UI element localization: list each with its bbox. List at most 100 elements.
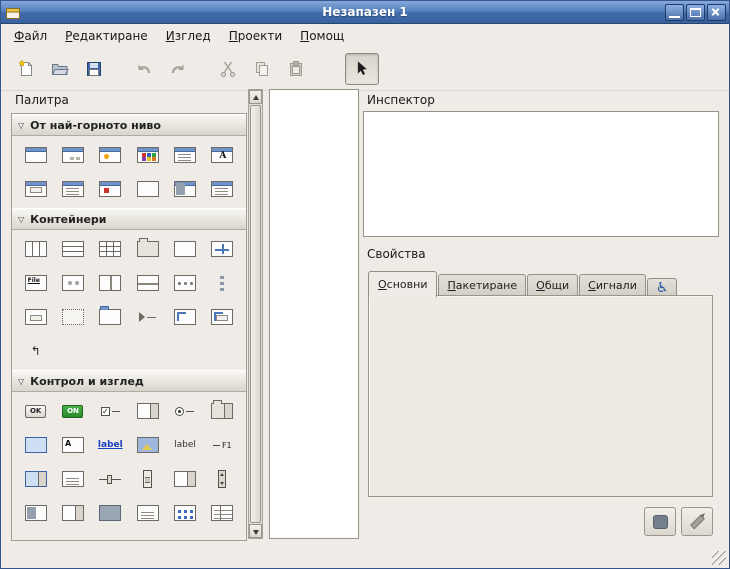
palette-item-frame[interactable] <box>131 238 165 260</box>
palette-item-notebook[interactable] <box>93 306 127 328</box>
palette-item-about-dialog[interactable] <box>93 178 127 200</box>
selector-button[interactable] <box>345 53 379 85</box>
properties-apply-button[interactable] <box>644 507 676 536</box>
palette-item-viewport[interactable] <box>19 306 53 328</box>
palette-item-alignment[interactable] <box>168 306 202 328</box>
palette-item-entry[interactable] <box>19 434 53 456</box>
palette-item-file-chooser-dialog[interactable] <box>56 178 90 200</box>
palette-item-window[interactable] <box>19 144 53 166</box>
text-view-icon: A <box>62 437 84 453</box>
palette-item-vscale[interactable] <box>131 468 165 490</box>
palette-item-font-selection-dialog[interactable]: A <box>205 144 239 166</box>
scrollbar-thumb[interactable] <box>250 105 261 523</box>
save-project-button[interactable] <box>77 53 111 85</box>
tab-general[interactable]: Основни <box>368 271 437 297</box>
maximize-button[interactable] <box>686 4 705 21</box>
palette-item-hseparator[interactable] <box>93 502 127 524</box>
selector-arrow-icon <box>352 59 372 79</box>
palette-item-fixed[interactable] <box>168 238 202 260</box>
palette-item-hscale[interactable] <box>93 468 127 490</box>
palette-item-table[interactable] <box>93 238 127 260</box>
file-chooser-dialog-icon <box>62 181 84 197</box>
palette-item-message-dialog[interactable] <box>93 144 127 166</box>
tab-packing-rest: акетиране <box>456 279 517 292</box>
palette-item-button[interactable]: OK <box>19 400 53 422</box>
scroll-down-arrow-icon[interactable] <box>249 524 262 538</box>
palette-item-layout[interactable] <box>205 238 239 260</box>
palette-section-containers-header[interactable]: ▽ Контейнери <box>12 208 246 230</box>
palette-item-label[interactable]: label <box>168 434 202 456</box>
palette-item-text-box[interactable] <box>56 468 90 490</box>
palette-item-progress-bar[interactable] <box>19 502 53 524</box>
palette-item-text-view[interactable]: A <box>56 434 90 456</box>
menu-projects[interactable]: Проекти <box>220 26 291 46</box>
palette-item-file-selection-dialog[interactable] <box>168 144 202 166</box>
tab-signals[interactable]: Сигнали <box>579 274 646 296</box>
palette-item-icon-view[interactable] <box>168 502 202 524</box>
palette-item-link-button[interactable]: label <box>93 434 127 456</box>
palette-item-check-button[interactable]: ✓ <box>93 400 127 422</box>
palette-item-accel-label[interactable]: F1 <box>205 434 239 456</box>
palette-item-hpaned[interactable] <box>93 272 127 294</box>
tab-packing[interactable]: Пакетиране <box>438 274 526 296</box>
palette-item-toolbar[interactable] <box>56 272 90 294</box>
menu-view[interactable]: Изглед <box>157 26 220 46</box>
menu-file[interactable]: Файл <box>5 26 56 46</box>
menu-view-accel: И <box>166 29 175 43</box>
palette-item-vpaned[interactable] <box>131 272 165 294</box>
undo-button <box>127 53 161 85</box>
font-selection-dialog-icon-text: A <box>219 152 226 161</box>
resize-grip[interactable] <box>712 551 726 565</box>
palette-item-hbuttonbox[interactable] <box>168 272 202 294</box>
palette-item-statusbar[interactable] <box>56 502 90 524</box>
tab-accessibility[interactable]: ♿ <box>647 278 678 296</box>
palette-item-spin-button[interactable] <box>168 468 202 490</box>
palette-item-menubar[interactable]: File <box>19 272 53 294</box>
hscale-icon <box>99 474 121 485</box>
palette-item-hbox[interactable] <box>19 238 53 260</box>
palette-item-text-window[interactable] <box>205 178 239 200</box>
palette-item-scrolled-window[interactable] <box>56 306 90 328</box>
palette-item-radio-button[interactable] <box>168 400 202 422</box>
tab-common[interactable]: Общи <box>527 274 578 296</box>
save-floppy-icon <box>84 59 104 79</box>
new-project-button[interactable] <box>9 53 43 85</box>
palette-item-combo-box-entry[interactable] <box>19 468 53 490</box>
palette-item-list[interactable] <box>131 502 165 524</box>
palette-item-dialog[interactable] <box>56 144 90 166</box>
palette-item-toggle-button[interactable]: ON <box>56 400 90 422</box>
palette-item-aspect-frame[interactable] <box>205 306 239 328</box>
palette-item-handle-box[interactable] <box>131 306 165 328</box>
close-button[interactable] <box>707 4 726 21</box>
palette-item-vbuttonbox[interactable] <box>205 272 239 294</box>
palette-item-color-selection-dialog[interactable] <box>131 144 165 166</box>
cut-button <box>211 53 245 85</box>
palette-item-tree-view[interactable] <box>205 502 239 524</box>
minimize-button[interactable] <box>665 4 684 21</box>
palette-item-input-dialog[interactable] <box>19 178 53 200</box>
palette-scrollbar[interactable] <box>248 89 263 539</box>
properties-edit-button[interactable] <box>681 507 713 536</box>
open-project-button[interactable] <box>43 53 77 85</box>
spin-button-icon <box>174 471 196 487</box>
menu-help[interactable]: Помощ <box>291 26 353 46</box>
palette-section-controls-header[interactable]: ▽ Контрол и изглед <box>12 370 246 392</box>
menu-edit[interactable]: Редактиране <box>56 26 157 46</box>
inspector-tree[interactable] <box>363 111 719 237</box>
properties-actions <box>644 507 713 536</box>
combo-box-entry-icon <box>25 471 47 487</box>
tab-common-accel: О <box>536 279 545 292</box>
palette-item-color-dialog[interactable] <box>168 178 202 200</box>
palette-item-curve[interactable]: ↰ <box>19 340 53 362</box>
combo-box-icon <box>137 403 159 419</box>
cut-scissors-icon <box>218 59 238 79</box>
palette-item-image[interactable] <box>131 434 165 456</box>
palette-item-vscrollbar[interactable] <box>205 468 239 490</box>
design-canvas[interactable] <box>269 89 359 539</box>
scroll-up-arrow-icon[interactable] <box>249 90 262 104</box>
palette-item-vbox[interactable] <box>56 238 90 260</box>
palette-section-toplevel-header[interactable]: ▽ От най-горното ниво <box>12 114 246 136</box>
palette-item-option-menu[interactable] <box>205 400 239 422</box>
palette-item-utility-window[interactable] <box>131 178 165 200</box>
palette-item-combo-box[interactable] <box>131 400 165 422</box>
